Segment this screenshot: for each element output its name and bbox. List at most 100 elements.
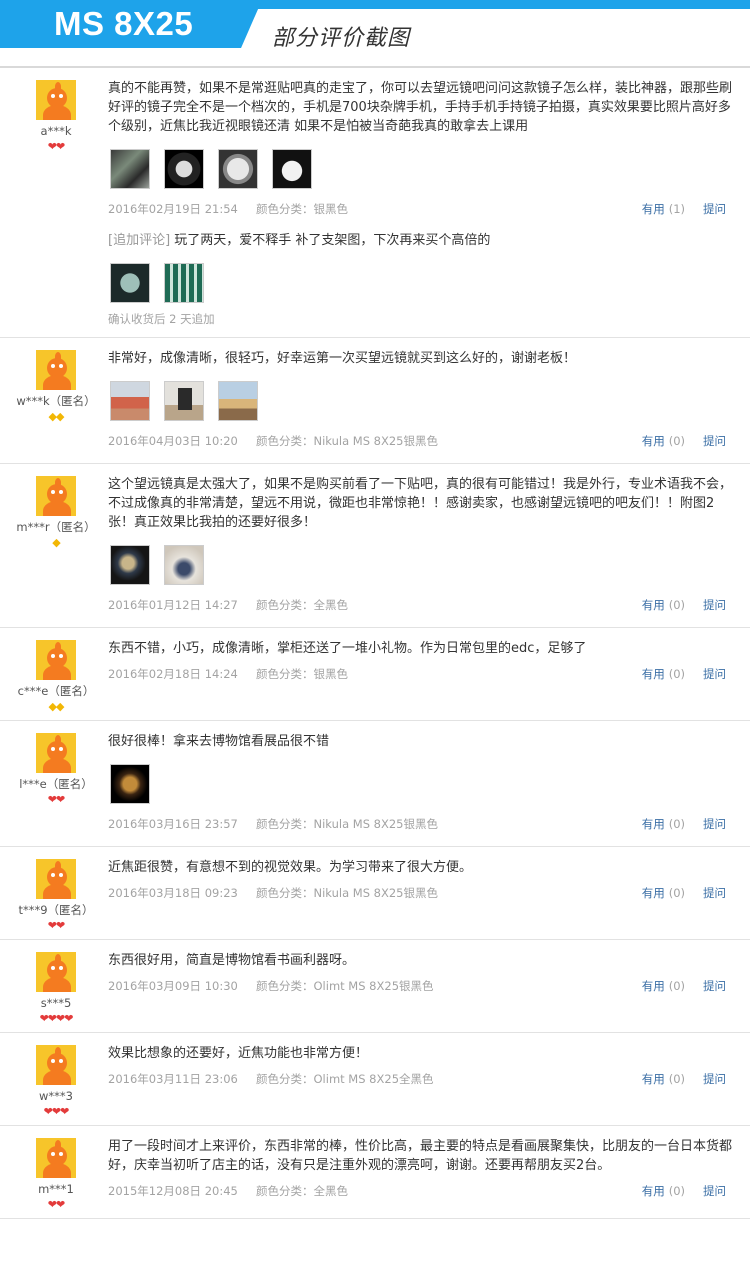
model-badge: MS 8X25 — [0, 0, 262, 48]
review-item: t***9（匿名） ❤❤ 近焦距很赞，有意想不到的视觉效果。为学习带来了很大方便。 2… — [0, 847, 750, 940]
useful-button[interactable]: 有用 (0) — [642, 593, 685, 617]
review-photo-thumbnail[interactable] — [272, 149, 312, 189]
review-photo-thumbnail[interactable] — [218, 149, 258, 189]
review-meta: 2016年02月19日 21:54 颜色分类：银黑色 有用 (1) 提问 — [108, 197, 740, 221]
avatar — [36, 476, 76, 516]
review-item: c***e（匿名） ◆◆ 东西不错，小巧，成像清晰，掌柜还送了一堆小礼物。作为日常包… — [0, 628, 750, 721]
avatar — [36, 1138, 76, 1178]
review-meta: 2016年03月09日 10:30 颜色分类：Olimt MS 8X25银黑色 有用… — [108, 974, 740, 998]
review-date: 2016年03月18日 09:23 — [108, 886, 238, 900]
review-content: 这个望远镜真是太强大了，如果不是购买前看了一下贴吧，真的很有可能错过！我是外行，… — [108, 464, 740, 627]
review-meta: 2015年12月08日 20:45 颜色分类：全黑色 有用 (0) 提问 — [108, 1179, 740, 1203]
review-photo-thumbnail[interactable] — [164, 381, 204, 421]
review-photo-thumbnail[interactable] — [164, 149, 204, 189]
appended-review: [追加评论] 玩了两天，爱不释手 补了支架图，下次再来买个高倍的 — [108, 231, 740, 250]
review-content: 非常好，成像清晰，很轻巧，好幸运第一次买望远镜就买到这么好的，谢谢老板！ 2016… — [108, 338, 740, 463]
review-text: 很好很棒！拿来去博物馆看展品很不错 — [108, 734, 330, 749]
page-title: 部分评价截图 — [272, 26, 411, 51]
useful-button[interactable]: 有用 (0) — [642, 974, 685, 998]
review-photo-thumbnail[interactable] — [110, 263, 150, 303]
buyer-rank-diamond-icon: ◆ — [52, 536, 61, 549]
review-meta: 2016年01月12日 14:27 颜色分类：全黑色 有用 (0) 提问 — [108, 593, 740, 617]
ask-button[interactable]: 提问 — [703, 1179, 726, 1203]
review-text: 非常好，成像清晰，很轻巧，好幸运第一次买望远镜就买到这么好的，谢谢老板！ — [108, 351, 577, 366]
review-sku: 颜色分类：银黑色 — [256, 202, 348, 216]
review-text: 真的不能再赞，如果不是常逛贴吧真的走宝了，你可以去望远镜吧问问这款镜子怎么样，装… — [108, 81, 733, 134]
review-text: 东西很好用，简直是博物馆看书画利器呀。 — [108, 953, 356, 968]
useful-label: 有用 — [641, 886, 665, 900]
ask-button[interactable]: 提问 — [703, 881, 726, 905]
review-date: 2016年01月12日 14:27 — [108, 598, 238, 612]
buyer-rank-heart-icon: ❤❤ — [47, 1198, 65, 1211]
review-content: 近焦距很赞，有意想不到的视觉效果。为学习带来了很大方便。 2016年03月18日 … — [108, 847, 740, 939]
reviewer-name: l***e（匿名） — [19, 777, 93, 791]
review-date: 2016年03月16日 23:57 — [108, 817, 238, 831]
reviewer: w***3 ❤❤❤ — [0, 1045, 112, 1118]
buyer-rank-heart-icon: ❤❤❤ — [43, 1105, 70, 1118]
review-content: 效果比想象的还要好，近焦功能也非常方便！ 2016年03月11日 23:06 颜色分… — [108, 1033, 740, 1125]
review-date: 2016年02月18日 14:24 — [108, 667, 238, 681]
review-sku: 颜色分类：Nikula MS 8X25银黑色 — [256, 817, 438, 831]
useful-button[interactable]: 有用 (0) — [642, 429, 685, 453]
review-text: 这个望远镜真是太强大了，如果不是购买前看了一下贴吧，真的很有可能错过！我是外行，… — [108, 477, 733, 530]
useful-label: 有用 — [641, 598, 665, 612]
review-content: 很好很棒！拿来去博物馆看展品很不错 2016年03月16日 23:57 颜色分类：N… — [108, 721, 740, 846]
useful-button[interactable]: 有用 (0) — [642, 812, 685, 836]
useful-count: (0) — [668, 1072, 685, 1086]
reviewer-name: t***9（匿名） — [18, 903, 94, 917]
useful-count: (0) — [668, 886, 685, 900]
review-photo-thumbnail[interactable] — [110, 381, 150, 421]
review-content: 东西不错，小巧，成像清晰，掌柜还送了一堆小礼物。作为日常包里的edc，足够了 20… — [108, 628, 740, 720]
avatar — [36, 952, 76, 992]
ask-button[interactable]: 提问 — [703, 429, 726, 453]
review-photo-thumbnail[interactable] — [164, 545, 204, 585]
review-photos — [110, 149, 740, 189]
model-name: MS 8X25 — [54, 5, 194, 42]
append-photos — [110, 263, 740, 303]
useful-button[interactable]: 有用 (0) — [642, 1067, 685, 1091]
avatar — [36, 80, 76, 120]
reviewer-name: s***5 — [40, 996, 72, 1010]
buyer-rank-heart-icon: ❤❤❤❤ — [39, 1012, 74, 1025]
useful-button[interactable]: 有用 (0) — [642, 1179, 685, 1203]
buyer-rank-diamond-icon: ◆◆ — [48, 700, 65, 713]
useful-label: 有用 — [641, 667, 665, 681]
review-meta: 2016年02月18日 14:24 颜色分类：银黑色 有用 (0) 提问 — [108, 662, 740, 686]
review-photo-thumbnail[interactable] — [218, 381, 258, 421]
ask-button[interactable]: 提问 — [703, 974, 726, 998]
review-date: 2016年04月03日 10:20 — [108, 434, 238, 448]
review-item: w***3 ❤❤❤ 效果比想象的还要好，近焦功能也非常方便！ 2016年03月11日 … — [0, 1033, 750, 1126]
buyer-rank-heart-icon: ❤❤ — [47, 919, 65, 932]
avatar — [36, 640, 76, 680]
review-photos — [110, 381, 740, 421]
useful-count: (0) — [668, 1184, 685, 1198]
review-sku: 颜色分类：银黑色 — [256, 667, 348, 681]
review-item: s***5 ❤❤❤❤ 东西很好用，简直是博物馆看书画利器呀。 2016年03月09日 … — [0, 940, 750, 1033]
ask-button[interactable]: 提问 — [703, 812, 726, 836]
review-photo-thumbnail[interactable] — [110, 764, 150, 804]
avatar — [36, 1045, 76, 1085]
reviewer-name: w***3 — [39, 1089, 73, 1103]
ask-button[interactable]: 提问 — [703, 197, 726, 221]
review-photo-thumbnail[interactable] — [164, 263, 204, 303]
useful-button[interactable]: 有用 (1) — [642, 197, 685, 221]
reviewer: c***e（匿名） ◆◆ — [0, 640, 112, 713]
review-content: 用了一段时间才上来评价，东西非常的棒，性价比高，最主要的特点是看画展聚集快，比朋… — [108, 1126, 740, 1218]
ask-button[interactable]: 提问 — [703, 1067, 726, 1091]
review-date: 2015年12月08日 20:45 — [108, 1184, 238, 1198]
review-date: 2016年03月09日 10:30 — [108, 979, 238, 993]
useful-count: (0) — [668, 667, 685, 681]
useful-button[interactable]: 有用 (0) — [642, 662, 685, 686]
reviewer-name: w***k（匿名） — [16, 394, 96, 408]
ask-button[interactable]: 提问 — [703, 593, 726, 617]
reviewer-name: m***1 — [38, 1182, 74, 1196]
review-item: m***r（匿名） ◆ 这个望远镜真是太强大了，如果不是购买前看了一下贴吧，真的很有… — [0, 464, 750, 628]
review-content: 东西很好用，简直是博物馆看书画利器呀。 2016年03月09日 10:30 颜色分类… — [108, 940, 740, 1032]
useful-label: 有用 — [641, 1184, 665, 1198]
useful-button[interactable]: 有用 (0) — [642, 881, 685, 905]
review-photo-thumbnail[interactable] — [110, 545, 150, 585]
ask-button[interactable]: 提问 — [703, 662, 726, 686]
review-sku: 颜色分类：全黑色 — [256, 1184, 348, 1198]
review-photo-thumbnail[interactable] — [110, 149, 150, 189]
review-sku: 颜色分类：全黑色 — [256, 598, 348, 612]
